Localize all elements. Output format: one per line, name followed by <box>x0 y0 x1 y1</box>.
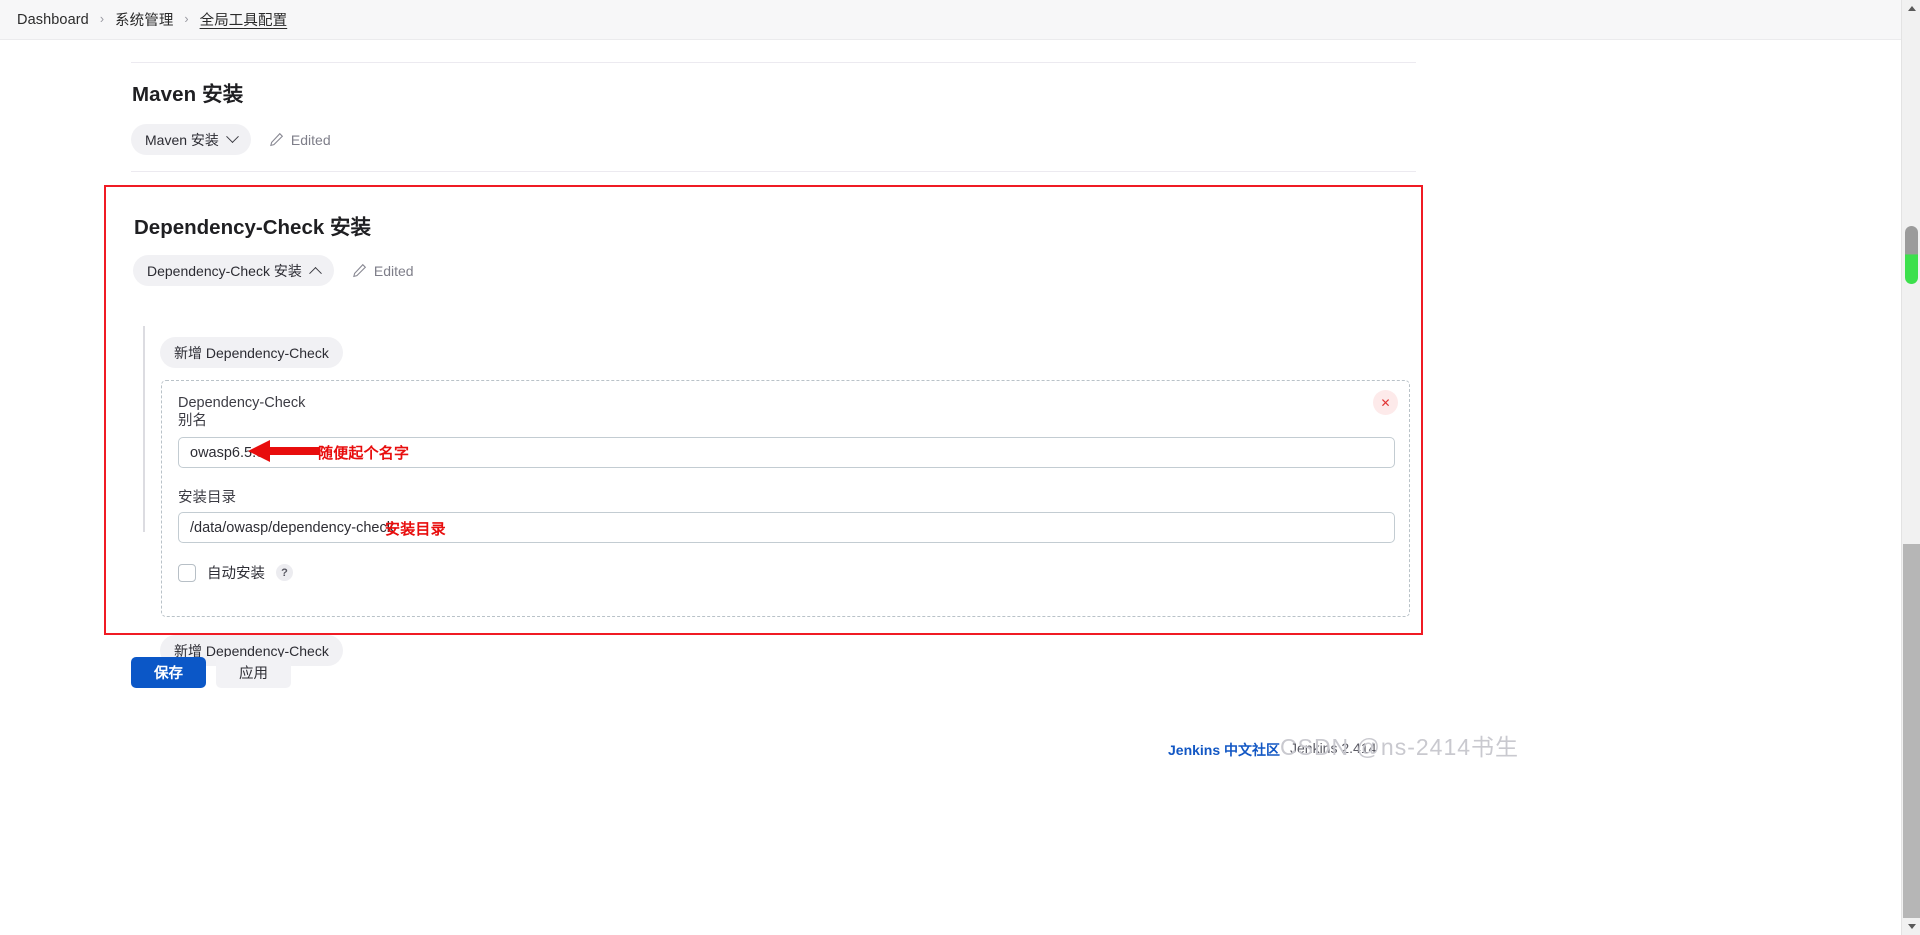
dependency-check-highlight-frame: Dependency-Check 安装 Dependency-Check 安装 … <box>104 185 1423 666</box>
apply-button[interactable]: 应用 <box>216 657 291 688</box>
add-dependency-check-button-top[interactable]: 新增 Dependency-Check <box>160 337 343 368</box>
maven-edited-indicator[interactable]: Edited <box>269 132 331 148</box>
divider-between-sections <box>131 171 1416 172</box>
page-title-maven: Maven 安装 <box>132 83 244 106</box>
triangle-up-icon <box>1907 6 1916 11</box>
scrollbar-thumb[interactable] <box>1905 226 1918 284</box>
scrollbar-track-highlight[interactable] <box>1903 544 1920 919</box>
delete-entry-button[interactable]: ✕ <box>1373 390 1398 415</box>
dependency-check-edited-label: Edited <box>373 262 414 279</box>
install-directory-input[interactable] <box>178 512 1395 543</box>
chevron-right-icon: › <box>99 12 105 27</box>
breadcrumb-item-system-management[interactable]: 系统管理 <box>115 9 173 30</box>
main-content: Maven 安装 Maven 安装 Edited Dependency-Chec… <box>0 40 1901 920</box>
annotation-arrow-icon <box>248 440 320 462</box>
section-guide-line <box>143 326 145 532</box>
pencil-icon <box>352 263 366 278</box>
help-icon[interactable]: ? <box>276 564 293 581</box>
save-button[interactable]: 保存 <box>131 657 206 688</box>
chevron-right-icon: › <box>184 12 189 27</box>
maven-section-controls: Maven 安装 Edited <box>131 124 331 155</box>
maven-edited-label: Edited <box>290 131 331 148</box>
jenkins-version-label: Jenkins 2.414 <box>1290 740 1377 756</box>
divider-top <box>131 62 1416 63</box>
jenkins-community-link[interactable]: Jenkins 中文社区 <box>1168 740 1280 760</box>
auto-install-row: 自动安装 ? <box>178 562 293 583</box>
annotation-alias: 随便起个名字 <box>318 445 410 462</box>
vertical-scrollbar[interactable] <box>1901 0 1920 935</box>
chevron-down-icon <box>226 130 239 144</box>
breadcrumb-item-global-tool-configuration[interactable]: 全局工具配置 <box>200 9 288 30</box>
auto-install-label: 自动安装 <box>207 566 265 582</box>
close-icon: ✕ <box>1380 395 1391 410</box>
dependency-check-install-dropdown[interactable]: Dependency-Check 安装 <box>133 255 334 286</box>
page-title-dependency-check: Dependency-Check 安装 <box>134 216 371 239</box>
auto-install-checkbox[interactable] <box>178 563 196 582</box>
triangle-down-icon <box>1907 924 1916 929</box>
maven-install-dropdown[interactable]: Maven 安装 <box>131 124 251 155</box>
dependency-check-edited-indicator[interactable]: Edited <box>352 263 414 279</box>
chevron-up-icon <box>308 266 322 280</box>
entry-heading: Dependency-Check <box>178 395 306 411</box>
install-directory-label: 安装目录 <box>178 490 236 506</box>
alias-label: 别名 <box>178 413 207 429</box>
dependency-check-install-dropdown-label: Dependency-Check 安装 <box>147 262 302 279</box>
dependency-check-entry-card: Dependency-Check 别名 安装目录 自动安装 ? ✕ <box>161 380 1410 617</box>
annotation-install-directory: 安装目录 <box>385 521 446 538</box>
breadcrumb-item-dashboard[interactable]: Dashboard <box>17 12 89 28</box>
dependency-check-section-controls: Dependency-Check 安装 Edited <box>133 255 414 286</box>
breadcrumb: Dashboard › 系统管理 › 全局工具配置 <box>0 0 1901 40</box>
jenkins-global-tool-configuration-page: Dashboard › 系统管理 › 全局工具配置 Maven 安装 Maven… <box>0 0 1920 935</box>
scroll-up-button[interactable] <box>1902 0 1920 17</box>
pencil-icon <box>270 132 284 147</box>
scroll-down-button[interactable] <box>1902 918 1920 935</box>
maven-install-dropdown-label: Maven 安装 <box>145 131 219 148</box>
